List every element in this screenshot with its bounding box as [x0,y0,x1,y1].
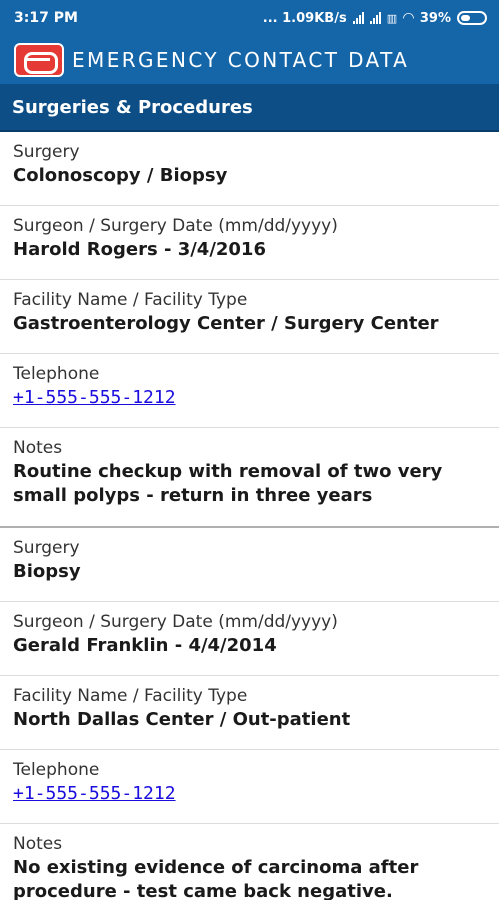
telephone-field: Telephone +1-555-555-1212 [0,750,499,824]
field-value: Harold Rogers - 3/4/2016 [13,239,266,260]
surgery-record[interactable]: Surgery Colonoscopy / Biopsy Surgeon / S… [0,132,499,528]
field-label: Facility Name / Facility Type [13,686,248,706]
telephone-link[interactable]: +1-555-555-1212 [13,387,176,408]
field-value: Biopsy [13,561,81,582]
field-label: Telephone [13,760,100,780]
field-label: Notes [13,438,63,458]
field-value: No existing evidence of carcinoma after … [13,857,419,900]
telephone-field: Telephone +1-555-555-1212 [0,354,499,428]
facility-field: Facility Name / Facility Type Gastroente… [0,280,499,354]
section-title: Surgeries & Procedures [12,96,253,118]
status-time: 3:17 PM [14,10,78,26]
field-label: Surgery [13,538,80,558]
surgery-field: Surgery Colonoscopy / Biopsy [0,132,499,206]
app-title: EMERGENCY CONTACT DATA [72,48,410,72]
field-value: Gastroenterology Center / Surgery Center [13,313,439,334]
field-label: Surgeon / Surgery Date (mm/dd/yyyy) [13,216,338,236]
field-value: North Dallas Center / Out-patient [13,709,351,730]
field-label: Telephone [13,364,100,384]
field-label: Notes [13,834,63,854]
surgery-list[interactable]: Surgery Colonoscopy / Biopsy Surgeon / S… [0,132,499,900]
telephone-link[interactable]: +1-555-555-1212 [13,783,176,804]
battery-percent: 39% [419,10,451,26]
notes-field: Notes Routine checkup with removal of tw… [0,428,499,526]
status-bar: 3:17 PM ... 1.09KB/s ▥ ◠ 39% [0,0,499,36]
surgeon-field: Surgeon / Surgery Date (mm/dd/yyyy) Haro… [0,206,499,280]
battery-icon [457,11,487,25]
surgeon-field: Surgeon / Surgery Date (mm/dd/yyyy) Gera… [0,602,499,676]
surgery-field: Surgery Biopsy [0,528,499,602]
signal-icon [352,12,364,24]
field-value: Colonoscopy / Biopsy [13,165,228,186]
volte-icon: ▥ [386,11,398,25]
surgery-record[interactable]: Surgery Biopsy Surgeon / Surgery Date (m… [0,528,499,900]
status-indicators: ... 1.09KB/s ▥ ◠ 39% [263,10,487,26]
field-value: Routine checkup with removal of two very… [13,461,443,506]
field-label: Surgeon / Surgery Date (mm/dd/yyyy) [13,612,338,632]
app-header: EMERGENCY CONTACT DATA [0,36,499,84]
notes-field: Notes No existing evidence of carcinoma … [0,824,499,900]
signal-icon-2 [369,12,381,24]
field-label: Surgery [13,142,80,162]
emergency-logo-icon [14,43,64,77]
facility-field: Facility Name / Facility Type North Dall… [0,676,499,750]
network-speed: ... 1.09KB/s [262,10,347,26]
wifi-icon: ◠ [403,10,414,26]
field-label: Facility Name / Facility Type [13,290,248,310]
section-header: Surgeries & Procedures [0,84,499,132]
field-value: Gerald Franklin - 4/4/2014 [13,635,277,656]
